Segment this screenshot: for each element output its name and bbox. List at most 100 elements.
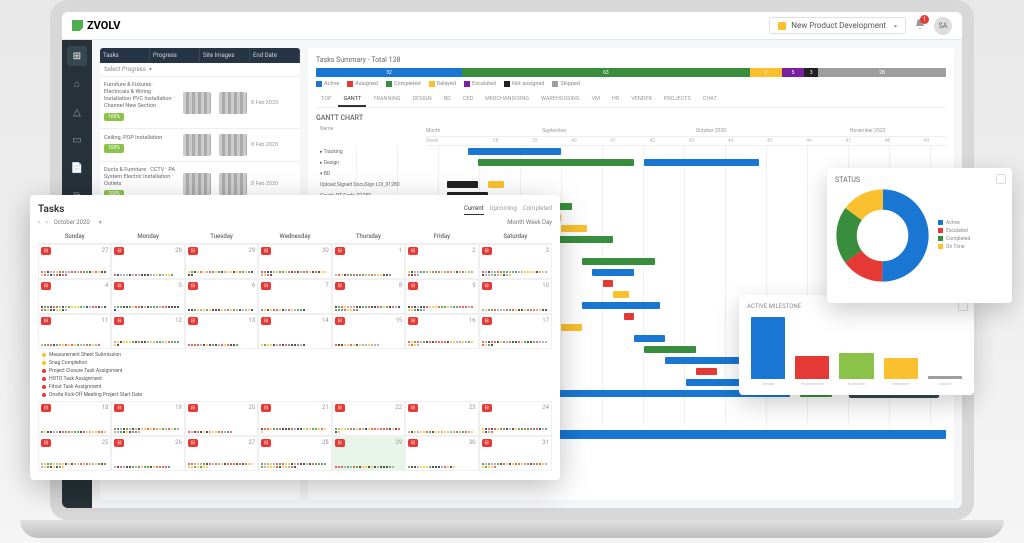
event-item[interactable]: Fitout Task Assignment [42,383,548,391]
expand-icon[interactable] [996,174,1006,184]
cal-cell[interactable]: 1 [332,244,405,279]
tab-design[interactable]: DESIGN [408,93,437,107]
gantt-bar[interactable] [592,269,634,276]
calendar-month: October 2020 [54,219,90,226]
event-item[interactable]: HOTO Task Assignment [42,375,548,383]
tab-warehousing[interactable]: WAREHOUSING [536,93,585,107]
cal-badge-icon [188,404,198,412]
tab-ced[interactable]: CED [458,93,478,107]
tab-tranning[interactable]: TRANNING [368,93,405,107]
cal-badge-icon [41,247,51,255]
cal-cell[interactable]: 29 [332,436,405,471]
tab-merchandising[interactable]: MERCHANDISING [480,93,534,107]
tab-bd[interactable]: BD [439,93,456,107]
nav-item-0[interactable]: ⊞ [67,46,87,66]
cal-cell[interactable]: 20 [185,401,258,436]
chevron-down-icon[interactable] [96,219,102,226]
cal-tab-current[interactable]: Current [464,203,484,215]
event-item[interactable]: Measurement Sheet Submission [42,351,548,359]
task-row[interactable]: Furniture & Fixtures · Electricals & Wir… [100,77,300,129]
cal-cell[interactable]: 4 [38,279,111,314]
progress-filter[interactable]: Select Progress [100,63,300,77]
cal-cell[interactable]: 16 [405,314,478,349]
cal-cell[interactable]: 30 [258,244,331,279]
gantt-bar[interactable] [634,335,665,342]
gantt-bar[interactable] [624,313,634,320]
calendar-prev[interactable]: ‹ [38,219,40,226]
event-item[interactable]: Project Closure Task Assignment [42,367,548,375]
cal-cell[interactable]: 28 [111,244,184,279]
gantt-bar[interactable] [582,302,660,309]
cal-cell[interactable]: 15 [332,314,405,349]
cal-cell[interactable]: 13 [185,314,258,349]
cal-cell[interactable]: 26 [111,436,184,471]
gantt-bar[interactable] [613,291,629,298]
cal-cell[interactable]: 25 [38,436,111,471]
summary-segment: 32 [316,68,462,77]
gantt-bar[interactable] [582,258,655,265]
cal-cell[interactable]: 5 [111,279,184,314]
cal-cell[interactable]: 31 [479,436,552,471]
cal-view-day[interactable]: Day [542,219,552,226]
tab-vm[interactable]: VM [587,93,605,107]
tab-gantt[interactable]: GANTT [338,93,366,107]
nav-item-3[interactable]: ▭ [67,130,87,150]
gantt-bar[interactable] [551,236,613,243]
project-color-icon [778,22,786,30]
gantt-bar[interactable] [468,148,562,155]
legend-item: Active [316,81,339,87]
gantt-bar[interactable] [488,181,504,188]
tab-chat[interactable]: CHAT [698,93,722,107]
cal-tab-completed[interactable]: Completed [523,203,552,215]
cal-cell[interactable]: 7 [258,279,331,314]
cal-cell[interactable]: 28 [258,436,331,471]
gantt-bar[interactable] [603,280,613,287]
event-item[interactable]: Onsite Kick-Off Meeting Project Start Da… [42,391,548,399]
cal-cell[interactable]: 27 [185,436,258,471]
cal-cell[interactable]: 9 [405,279,478,314]
tab-projects[interactable]: PROJECTS [659,93,696,107]
cal-view-week[interactable]: Week [526,219,542,226]
gantt-bar[interactable] [561,324,582,331]
cal-cell[interactable]: 2 [405,244,478,279]
tab-top[interactable]: TOP [316,93,336,107]
gantt-bar[interactable] [478,159,634,166]
nav-item-4[interactable]: 📄 [67,158,87,178]
gantt-bar[interactable] [561,225,587,232]
cal-cell[interactable]: 12 [111,314,184,349]
cal-cell[interactable]: 8 [332,279,405,314]
nav-item-2[interactable]: △ [67,102,87,122]
cal-cell[interactable]: 19 [111,401,184,436]
cal-cell[interactable]: 27 [38,244,111,279]
gantt-bar[interactable] [644,346,696,353]
cal-cell[interactable]: 23 [405,401,478,436]
cal-cell[interactable]: 30 [405,436,478,471]
avatar[interactable]: SA [934,17,952,35]
cal-cell[interactable]: 10 [479,279,552,314]
cal-view-month[interactable]: Month [507,219,526,226]
cal-cell[interactable]: 29 [185,244,258,279]
cal-cell[interactable]: 17 [479,314,552,349]
nav-item-1[interactable]: ⌂ [67,74,87,94]
cal-cell[interactable]: 21 [258,401,331,436]
cal-cell[interactable]: 6 [185,279,258,314]
task-row[interactable]: Ceiling, POP Installation100%8 Feb 2020 [100,129,300,162]
cal-cell[interactable]: 14 [258,314,331,349]
event-item[interactable]: Snag Completion [42,359,548,367]
cal-badge-icon [482,404,492,412]
gantt-bar[interactable] [447,181,478,188]
notifications-button[interactable]: 1 [914,18,926,33]
gantt-bar[interactable] [644,159,758,166]
cal-cell[interactable]: 24 [479,401,552,436]
thumbnail-icon [219,173,247,195]
gantt-bar[interactable] [696,368,717,375]
calendar-next[interactable]: › [46,219,48,226]
cal-cell[interactable]: 18 [38,401,111,436]
project-selector[interactable]: New Product Development [769,17,906,34]
tab-hr[interactable]: HR [607,93,624,107]
cal-cell[interactable]: 3 [479,244,552,279]
cal-cell[interactable]: 11 [38,314,111,349]
cal-tab-upcoming[interactable]: Upcoming [490,203,517,215]
tab-vender[interactable]: VENDER [626,93,657,107]
cal-cell[interactable]: 22 [332,401,405,436]
